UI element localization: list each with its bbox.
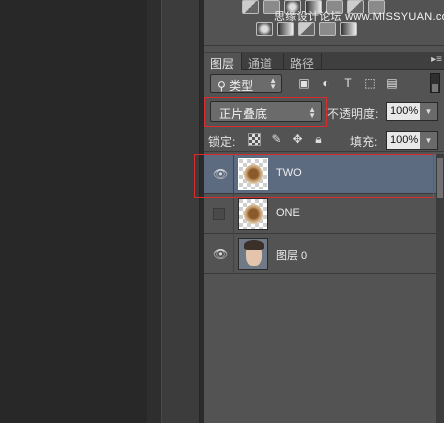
filter-type-label: 类型 — [229, 79, 254, 93]
smart-object-filter-icon[interactable]: ▤ — [386, 77, 398, 89]
collapsed-panel-dock — [161, 0, 200, 423]
filter-type-select[interactable]: ⚲ 类型 ▲ ▼ — [210, 74, 282, 93]
visibility-cell[interactable]: 👁︎ — [204, 234, 234, 274]
shape-filter-icon[interactable]: ⬚ — [364, 77, 376, 89]
eye-icon[interactable]: 👁︎ — [213, 168, 228, 180]
tab-channels[interactable]: 通道 — [242, 53, 284, 71]
document-canvas-area — [0, 0, 147, 423]
opacity-label: 不透明度: — [327, 107, 379, 121]
lock-position-move-icon[interactable]: ✥ — [291, 133, 304, 146]
portrait-thumbnail-image — [239, 239, 267, 269]
layers-scrollbar[interactable] — [436, 154, 444, 423]
ornament-thumbnail-image — [244, 204, 263, 226]
layer-name[interactable]: ONE — [276, 207, 300, 219]
eye-icon[interactable]: 👁︎ — [213, 248, 228, 260]
layer-row-two[interactable]: 👁︎ TWO — [204, 154, 436, 194]
image-filter-icon[interactable]: ▣ — [298, 77, 310, 89]
tab-layers[interactable]: 图层 — [204, 53, 242, 71]
scrollbar-thumb[interactable] — [437, 158, 443, 198]
type-filter-icon[interactable]: T — [342, 77, 354, 89]
fill-value[interactable]: 100% — [387, 132, 420, 149]
layers-panel-tabbar: 图层 通道 路径 ▸≡ — [204, 52, 444, 71]
blend-mode-value: 正片叠底 — [219, 107, 268, 121]
adjustment-filter-icon[interactable]: ◐ — [320, 77, 332, 89]
blend-mode-row: 正片叠底 ▲ ▼ 不透明度: 100% ▼ — [204, 97, 444, 127]
posterize-icon[interactable] — [277, 22, 294, 36]
layer-name[interactable]: 图层 0 — [276, 247, 307, 263]
panel-menu-icon[interactable]: ▸≡ — [431, 54, 442, 65]
layer-row-one[interactable]: ONE — [204, 194, 436, 234]
opacity-value[interactable]: 100% — [387, 103, 420, 120]
select-arrows-icon: ▲ ▼ — [308, 105, 316, 120]
blend-mode-select[interactable]: 正片叠底 ▲ ▼ — [210, 101, 322, 122]
fill-dropdown-icon[interactable]: ▼ — [420, 132, 437, 149]
layer-filter-row: ⚲ 类型 ▲ ▼ ▣ ◐ T ⬚ ▤ — [204, 72, 444, 96]
lock-label: 锁定: — [208, 135, 236, 149]
tab-paths[interactable]: 路径 — [284, 53, 322, 71]
visibility-cell[interactable]: 👁︎ — [204, 154, 234, 194]
lock-transparency-icon[interactable] — [248, 133, 261, 146]
layers-list: 👁︎ TWO ONE 👁︎ 图层 0 — [204, 154, 436, 274]
threshold-icon[interactable] — [298, 22, 315, 36]
opacity-field[interactable]: 100% ▼ — [386, 102, 438, 121]
canvas-gutter — [147, 0, 161, 423]
fill-field[interactable]: 100% ▼ — [386, 131, 438, 150]
layer-name[interactable]: TWO — [276, 167, 302, 179]
gradient-map-icon[interactable] — [319, 22, 336, 36]
adjustments-row-2 — [256, 22, 357, 36]
layer-thumbnail[interactable] — [238, 198, 268, 230]
lock-pixels-brush-icon[interactable]: ✎ — [270, 133, 283, 146]
invert-icon[interactable] — [256, 22, 273, 36]
adjustments-panel: 思缘设计论坛 www.MISSYUAN.com — [204, 0, 444, 46]
selective-color-icon[interactable] — [340, 22, 357, 36]
brightness-contrast-icon[interactable] — [242, 0, 259, 14]
layer-thumbnail[interactable] — [238, 158, 268, 190]
panels-column: 思缘设计论坛 www.MISSYUAN.com 图层 通道 路径 ▸≡ ⚲ 类型… — [194, 0, 444, 423]
filter-toggle-switch[interactable] — [430, 73, 440, 93]
visibility-cell[interactable] — [204, 194, 234, 234]
lock-row: 锁定: ✎ ✥ 🔒︎ 填充: 100% ▼ — [204, 128, 444, 152]
lock-all-icon[interactable]: 🔒︎ — [312, 133, 325, 146]
ornament-thumbnail-image — [244, 164, 263, 186]
select-arrows-icon: ▲ ▼ — [269, 76, 277, 91]
opacity-dropdown-icon[interactable]: ▼ — [420, 103, 437, 120]
layer-thumbnail[interactable] — [238, 238, 268, 270]
fill-label: 填充: — [350, 135, 378, 149]
visibility-off-box[interactable] — [213, 208, 225, 220]
watermark-url: www.MISSYUAN.com — [345, 11, 444, 23]
search-icon: ⚲ — [217, 79, 230, 93]
layer-row-background[interactable]: 👁︎ 图层 0 — [204, 234, 436, 274]
